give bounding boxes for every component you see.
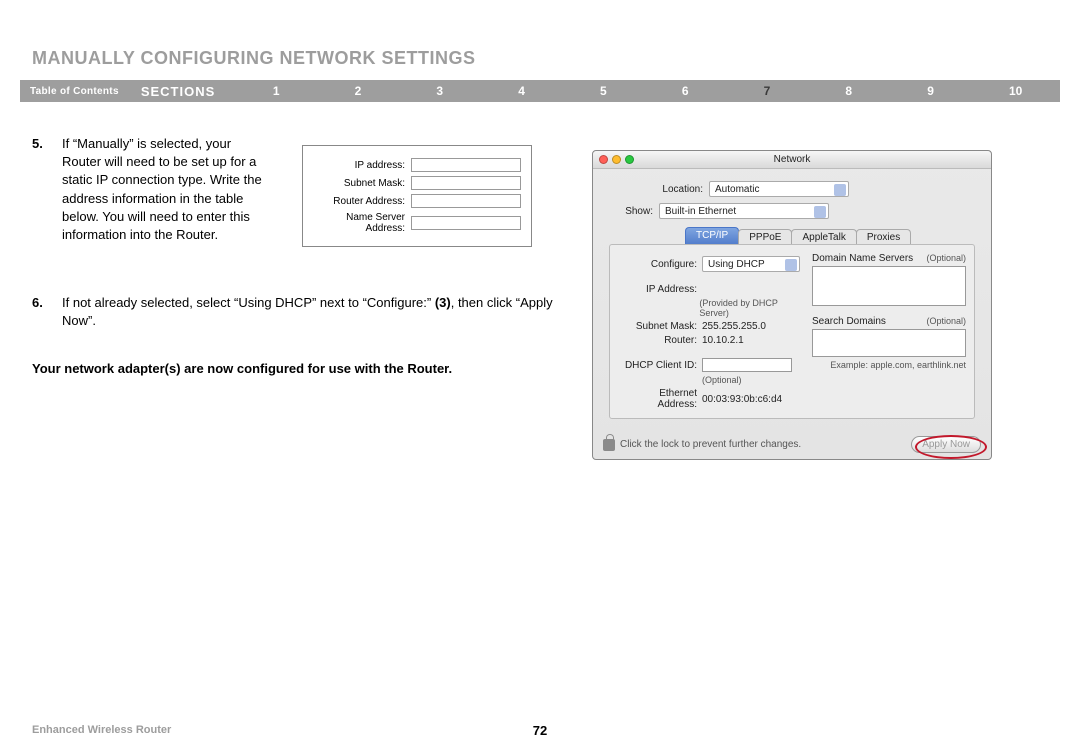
- lock-row[interactable]: Click the lock to prevent further change…: [603, 439, 801, 451]
- step-5-number: 5.: [32, 135, 62, 244]
- location-select[interactable]: Automatic: [709, 181, 849, 197]
- dhcp-client-hint: (Optional): [702, 375, 742, 385]
- router-label-mac: Router:: [618, 335, 702, 346]
- ethernet-label: Ethernet Address:: [618, 388, 702, 410]
- search-domains-textarea[interactable]: [812, 329, 966, 357]
- subnet-value: 255.255.255.0: [702, 321, 766, 332]
- toc-link[interactable]: Table of Contents: [20, 86, 129, 97]
- step-6-number: 6.: [32, 294, 62, 330]
- section-5[interactable]: 5: [600, 84, 607, 98]
- show-value: Built-in Ethernet: [665, 206, 736, 217]
- router-value: 10.10.2.1: [702, 335, 744, 346]
- page-number: 72: [533, 723, 547, 738]
- step-6-text-a: If not already selected, select “Using D…: [62, 295, 435, 310]
- location-value: Automatic: [715, 184, 759, 195]
- subnet-mask-field[interactable]: [411, 176, 521, 190]
- search-optional: (Optional): [926, 316, 966, 327]
- mac-network-window: Network Location: Automatic Show: Built-…: [592, 150, 992, 460]
- name-server-field[interactable]: [411, 216, 521, 230]
- section-7-current[interactable]: 7: [764, 84, 771, 98]
- section-3[interactable]: 3: [436, 84, 443, 98]
- section-8[interactable]: 8: [845, 84, 852, 98]
- page-title: MANUALLY CONFIGURING NETWORK SETTINGS: [32, 48, 476, 69]
- step-6-text: If not already selected, select “Using D…: [62, 294, 557, 330]
- section-10[interactable]: 10: [1009, 84, 1022, 98]
- ip-address-label-mac: IP Address:: [618, 284, 702, 295]
- section-1[interactable]: 1: [273, 84, 280, 98]
- apply-now-button[interactable]: Apply Now: [911, 436, 981, 453]
- lock-icon: [603, 439, 615, 451]
- search-domains-label: Search Domains: [812, 316, 886, 327]
- ethernet-value: 00:03:93:0b:c6:d4: [702, 394, 782, 405]
- section-numbers: 1 2 3 4 5 6 7 8 9 10: [235, 84, 1060, 98]
- page-footer: Enhanced Wireless Router 72: [32, 724, 1048, 736]
- ip-hint: (Provided by DHCP Server): [699, 298, 806, 318]
- router-address-label: Router Address:: [313, 196, 411, 207]
- step-6-ref: (3): [435, 295, 451, 310]
- dhcp-client-input[interactable]: [702, 358, 792, 372]
- lock-text: Click the lock to prevent further change…: [620, 439, 801, 450]
- section-2[interactable]: 2: [355, 84, 362, 98]
- section-6[interactable]: 6: [682, 84, 689, 98]
- location-label: Location:: [613, 184, 709, 195]
- dns-optional: (Optional): [926, 253, 966, 264]
- mac-titlebar: Network: [593, 151, 991, 169]
- subnet-mask-label: Subnet Mask:: [313, 178, 411, 189]
- dns-label: Domain Name Servers: [812, 253, 913, 264]
- tcpip-panel: Configure: Using DHCP IP Address: (Provi…: [609, 244, 975, 419]
- section-9[interactable]: 9: [927, 84, 934, 98]
- section-4[interactable]: 4: [518, 84, 525, 98]
- dhcp-client-label: DHCP Client ID:: [618, 360, 702, 371]
- step-5-text: If “Manually” is selected, your Router w…: [62, 135, 272, 244]
- product-name: Enhanced Wireless Router: [32, 724, 171, 736]
- configure-label: Configure:: [618, 259, 702, 270]
- section-bar: Table of Contents SECTIONS 1 2 3 4 5 6 7…: [20, 80, 1060, 102]
- show-select[interactable]: Built-in Ethernet: [659, 203, 829, 219]
- ip-address-field[interactable]: [411, 158, 521, 172]
- configure-value: Using DHCP: [708, 259, 765, 270]
- subnet-label-mac: Subnet Mask:: [618, 321, 702, 332]
- router-address-field[interactable]: [411, 194, 521, 208]
- show-label: Show:: [613, 206, 659, 217]
- step-6: 6. If not already selected, select “Usin…: [32, 294, 557, 330]
- ip-address-label: IP address:: [313, 160, 411, 171]
- example-text: Example: apple.com, earthlink.net: [812, 360, 966, 370]
- confirmation-text: Your network adapter(s) are now configur…: [32, 361, 557, 376]
- configure-select[interactable]: Using DHCP: [702, 256, 800, 272]
- dns-textarea[interactable]: [812, 266, 966, 306]
- name-server-label: Name Server Address:: [313, 212, 411, 234]
- sections-label: SECTIONS: [129, 84, 235, 99]
- ip-table: IP address: Subnet Mask: Router Address:…: [302, 145, 532, 247]
- window-title: Network: [593, 154, 991, 165]
